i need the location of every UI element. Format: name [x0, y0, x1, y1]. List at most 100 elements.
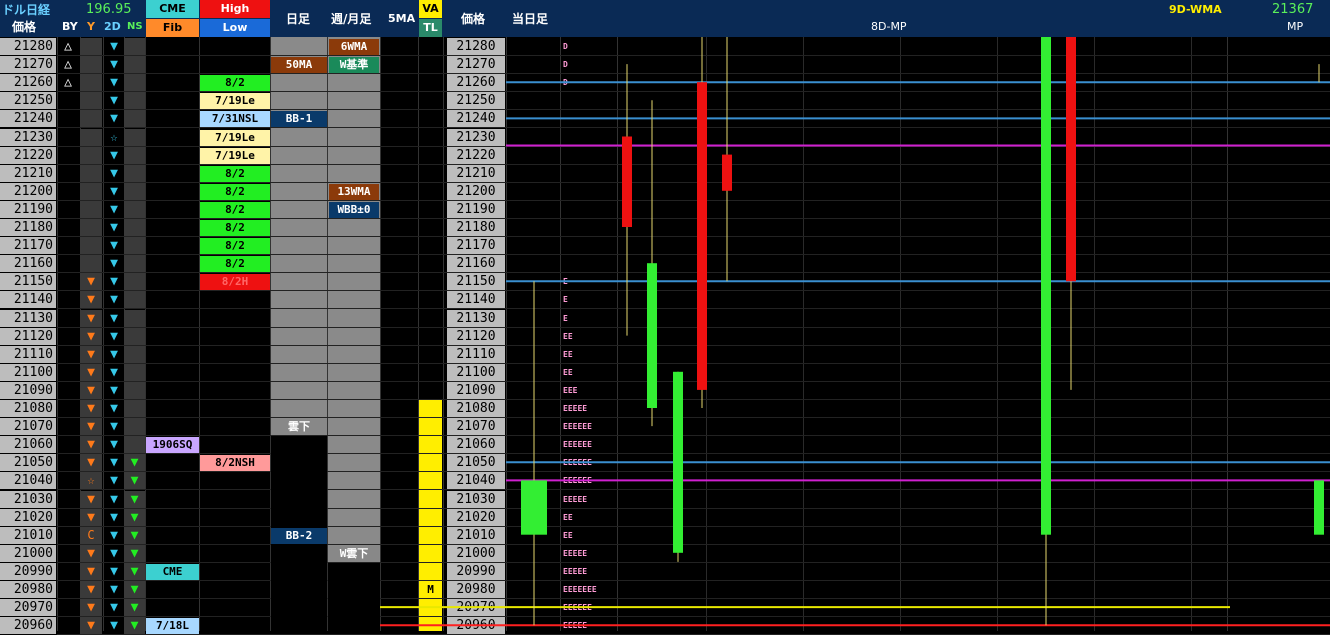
- ns-signal: ▼: [124, 526, 145, 544]
- price-cell: 21010: [0, 526, 56, 544]
- by-signal: [57, 110, 79, 127]
- ns-signal: [124, 38, 145, 55]
- ns-signal: [124, 164, 145, 182]
- tpo-letters: EEEEEE: [563, 458, 592, 468]
- tpo-letters: EEEEE: [563, 548, 588, 558]
- row-divider: [57, 598, 1330, 599]
- by-signal: [57, 147, 79, 164]
- by-signal: [57, 527, 79, 544]
- grid-vline: [803, 37, 804, 631]
- ns-signal: [124, 146, 145, 164]
- by-signal: [57, 382, 79, 399]
- by-signal: [57, 364, 79, 381]
- 2d-signal: ▼: [110, 545, 118, 561]
- va-header: VA: [419, 0, 442, 18]
- grid-vline: [560, 37, 561, 631]
- ns-signal: ▼: [124, 508, 145, 526]
- price-cell: 21040: [0, 472, 56, 490]
- row-divider: [57, 55, 1330, 56]
- y-signal: [80, 255, 102, 273]
- 9d-wma-header: 9D-WMA: [1169, 3, 1222, 16]
- price-cell: 21240: [0, 110, 56, 128]
- by-signal: [57, 545, 79, 562]
- 2d-signal: ▼: [110, 455, 118, 471]
- tpo-letters: EEEEEE: [563, 476, 592, 486]
- y-signal: ▼: [80, 327, 102, 345]
- tpo-letters: EEEEEEE: [563, 585, 597, 594]
- price-header-2: 価格: [461, 12, 486, 26]
- high-low-label: 8/2NSH: [200, 455, 270, 472]
- ns-signal: [124, 74, 145, 92]
- ns-signal: [124, 291, 145, 309]
- 2d-signal: ▼: [110, 292, 118, 308]
- row-divider: [57, 290, 1330, 292]
- tpo-letters: EEEEE: [563, 621, 588, 631]
- price-cell-right: 21070: [447, 418, 505, 436]
- 2d-signal: ▼: [110, 274, 118, 290]
- low-header: Low: [200, 19, 270, 37]
- price-cell: 21070: [0, 418, 56, 436]
- 2d-signal: ▼: [110, 328, 118, 344]
- 2d-signal: ▼: [110, 165, 118, 181]
- price-cell: 21270: [0, 56, 56, 74]
- 2d-signal: ▼: [110, 419, 118, 435]
- ns-signal: [124, 219, 145, 236]
- mp-label: MP: [1287, 20, 1304, 33]
- price-cell-right: 21100: [447, 363, 505, 381]
- tpo-letters: EE: [563, 331, 573, 341]
- by-header: BY: [62, 20, 78, 33]
- tpo-letters: EE: [563, 349, 573, 359]
- y-header: Y: [87, 20, 95, 33]
- by-signal: [57, 183, 79, 200]
- ns-signal: [124, 345, 145, 363]
- y-signal: ▼: [80, 418, 102, 436]
- price-cell: 21030: [0, 490, 56, 508]
- daily-label: BB-2: [271, 527, 327, 544]
- 2d-signal: ▼: [110, 382, 118, 398]
- price-cell: 21150: [0, 273, 56, 291]
- price-cell-right: 21270: [447, 56, 505, 74]
- price-cell: 21060: [0, 436, 56, 454]
- price-cell-right: 21090: [447, 381, 505, 399]
- by-signal: [57, 472, 79, 489]
- 2d-signal: ▼: [110, 93, 118, 109]
- tpo-letters: E: [563, 313, 568, 323]
- 8d-mp-header: 8D-MP: [871, 20, 907, 33]
- y-signal: ▼: [80, 291, 102, 309]
- price-cell-right: 21150: [447, 273, 505, 291]
- 2d-signal: ▼: [110, 618, 118, 634]
- weekly-column-bg: [328, 37, 380, 631]
- ns-signal: [124, 327, 145, 345]
- y-signal: ▼: [80, 508, 102, 526]
- y-signal: [80, 164, 102, 182]
- by-signal: △: [64, 39, 72, 54]
- row-divider: [57, 417, 1330, 418]
- high-low-label: 7/19Le: [200, 93, 270, 110]
- candle-body: [1041, 37, 1051, 535]
- 2d-signal: ▼: [110, 509, 118, 525]
- price-cell-right: 21120: [447, 327, 505, 345]
- y-signal: [80, 237, 102, 255]
- price-cell-right: 21040: [447, 472, 505, 490]
- grid-vline: [706, 37, 707, 631]
- y-signal: ▼: [80, 345, 102, 363]
- 2d-signal: ▼: [110, 39, 118, 54]
- price-cell: 21100: [0, 363, 56, 381]
- ns-signal: [124, 381, 145, 399]
- row-divider: [57, 362, 1330, 364]
- price-cell-right: 21050: [447, 454, 505, 472]
- high-low-label: 8/2: [200, 75, 270, 92]
- price-header: 価格: [12, 20, 37, 34]
- price-cell-right: 21000: [447, 544, 505, 562]
- 2d-signal: ▼: [110, 183, 118, 199]
- by-signal: [57, 418, 79, 435]
- price-cell: 21170: [0, 237, 56, 255]
- y-signal: [80, 38, 102, 55]
- 2d-signal: ▼: [110, 310, 118, 326]
- weekly-column-lower: [328, 562, 380, 631]
- ns-signal: ▼: [124, 490, 145, 508]
- daily-label: 雲下: [271, 419, 327, 436]
- by-signal: [57, 617, 79, 634]
- price-cell-right: 21110: [447, 345, 505, 363]
- y-signal: ▼: [80, 454, 102, 472]
